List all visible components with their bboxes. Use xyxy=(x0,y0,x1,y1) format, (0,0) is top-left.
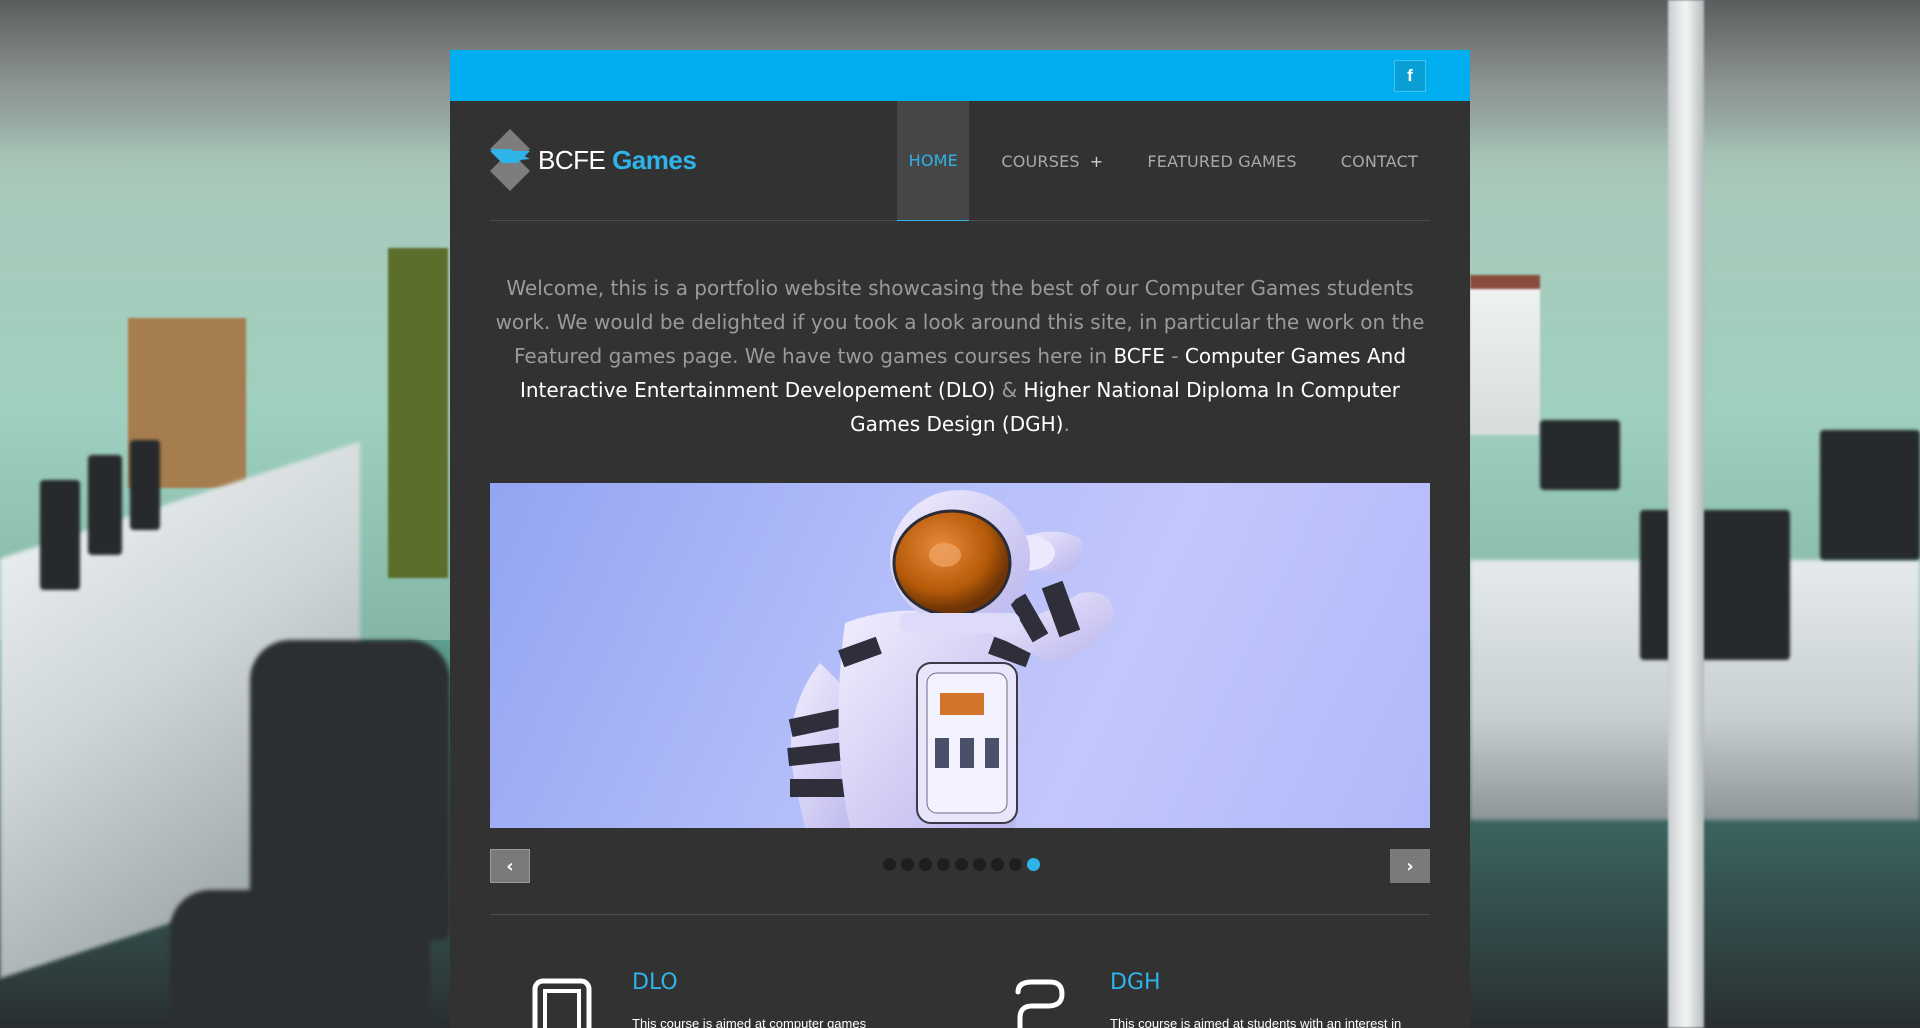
image-slider[interactable] xyxy=(490,483,1430,828)
nav-contact[interactable]: CONTACT xyxy=(1329,101,1430,221)
controller-icon xyxy=(1015,979,1065,1028)
slider-dot-active[interactable] xyxy=(1027,858,1040,871)
course-description: This course is aimed at students with an… xyxy=(1110,1016,1402,1028)
nav-home[interactable]: HOME xyxy=(897,101,970,221)
logo-text: BCFE Games xyxy=(538,144,697,175)
nav-courses[interactable]: COURSES + xyxy=(989,101,1115,221)
slider-dot[interactable] xyxy=(1009,858,1022,871)
course-title[interactable]: DLO xyxy=(632,970,678,995)
logo-mark-icon xyxy=(490,129,530,191)
slider-dot[interactable] xyxy=(973,858,986,871)
astronaut-image xyxy=(787,490,1115,828)
slider-pagination xyxy=(883,858,1040,871)
slider-dot[interactable] xyxy=(883,858,896,871)
slider-dot[interactable] xyxy=(901,858,914,871)
slider-dot[interactable] xyxy=(919,858,932,871)
main-nav: HOME COURSES + FEATURED GAMES CONTACT xyxy=(897,101,1430,221)
slider-next-button[interactable]: › xyxy=(1390,849,1430,883)
logo[interactable]: BCFE Games xyxy=(490,129,697,191)
slider-dot[interactable] xyxy=(991,858,1004,871)
tablet-icon xyxy=(532,978,592,1028)
nav-featured-games[interactable]: FEATURED GAMES xyxy=(1135,101,1308,221)
site-container: f BCFE Games HOME COURSES + FEATURED GAME… xyxy=(450,50,1470,1028)
divider xyxy=(490,914,1430,915)
bcfe-link[interactable]: BCFE xyxy=(1113,344,1164,368)
course-title[interactable]: DGH xyxy=(1110,970,1161,995)
plus-icon: + xyxy=(1089,151,1104,171)
facebook-icon[interactable]: f xyxy=(1394,60,1426,92)
course-description: This course is aimed at computer games xyxy=(632,1016,867,1028)
slider-prev-button[interactable]: ‹ xyxy=(490,849,530,883)
top-bar: f xyxy=(450,50,1470,101)
slider-dot[interactable] xyxy=(955,858,968,871)
slider-controls: ‹ › xyxy=(490,849,1430,885)
slider-dot[interactable] xyxy=(937,858,950,871)
welcome-text: Welcome, this is a portfolio website sho… xyxy=(495,276,1425,436)
header: BCFE Games HOME COURSES + FEATURED GAMES … xyxy=(490,101,1430,221)
